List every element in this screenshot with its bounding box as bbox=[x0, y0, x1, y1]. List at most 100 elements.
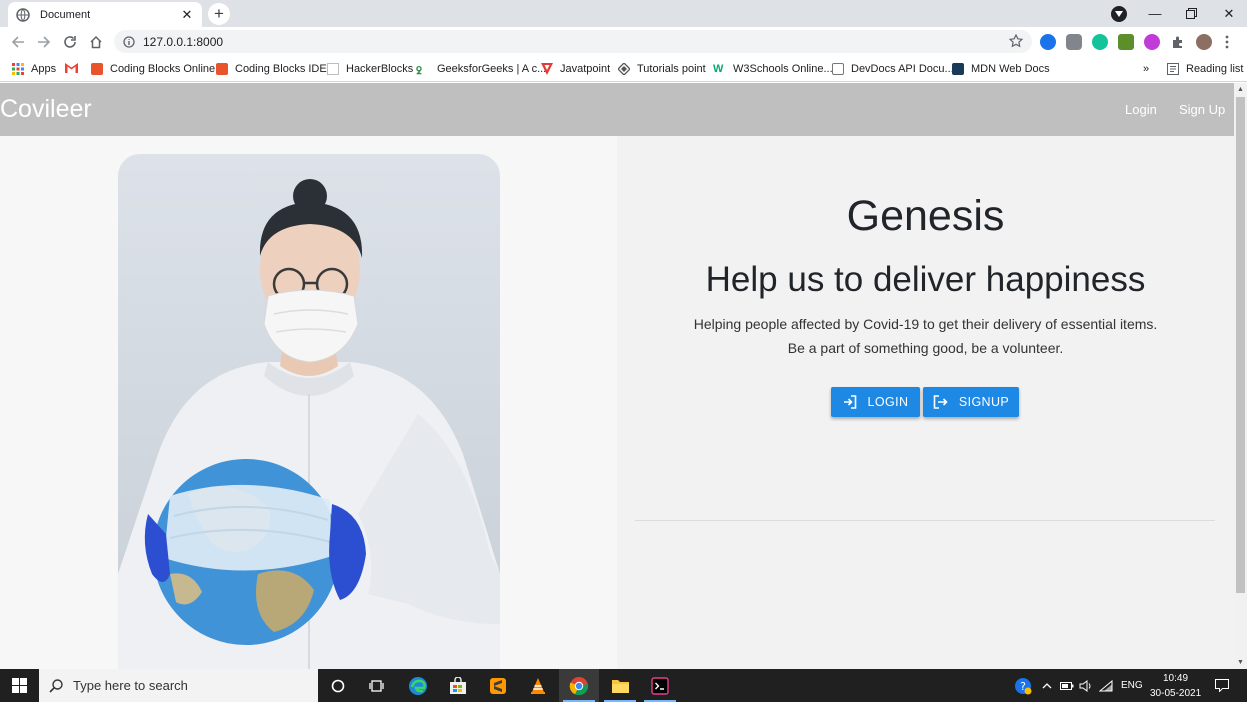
bookmark-label: HackerBlocks bbox=[346, 63, 414, 75]
bookmark-label: Tutorials point bbox=[637, 63, 706, 75]
info-icon[interactable] bbox=[123, 35, 135, 48]
notification-icon bbox=[1215, 679, 1229, 692]
grammarly-extension-icon[interactable] bbox=[1092, 34, 1108, 50]
bookmark-mdn[interactable]: MDN Web Docs bbox=[952, 61, 1050, 77]
show-hidden-icons-button[interactable] bbox=[1038, 669, 1056, 702]
hero-title: Genesis bbox=[846, 192, 1005, 240]
network-tray-button[interactable] bbox=[1096, 669, 1116, 702]
gfg-icon: ꝿ bbox=[416, 66, 422, 77]
hp-extension-icon[interactable] bbox=[1040, 34, 1056, 50]
kebab-menu-icon[interactable] bbox=[1222, 34, 1232, 50]
bookmark-apps[interactable]: Apps bbox=[12, 61, 56, 77]
bug-extension-icon[interactable] bbox=[1066, 34, 1082, 50]
scrollbar-thumb[interactable] bbox=[1236, 97, 1245, 593]
battery-tray-button[interactable] bbox=[1057, 669, 1077, 702]
language-indicator[interactable]: ENG bbox=[1121, 680, 1143, 691]
taskbar-file-explorer[interactable] bbox=[600, 669, 640, 702]
avatar[interactable] bbox=[1196, 34, 1212, 50]
hero-panel: Genesis Help us to deliver happiness Hel… bbox=[617, 136, 1234, 669]
clock-date[interactable]: 30-05-2021 bbox=[1150, 688, 1201, 699]
bookmark-label: DevDocs API Docu... bbox=[851, 63, 954, 75]
taskbar-store[interactable] bbox=[438, 669, 478, 702]
close-window-button[interactable]: ✕ bbox=[1211, 0, 1247, 27]
taskbar-sublime-text[interactable] bbox=[478, 669, 518, 702]
bookmarks-bar: Apps Coding Blocks Online Coding Blocks … bbox=[0, 56, 1247, 82]
chevron-up-icon bbox=[1042, 682, 1052, 688]
overflow-label: » bbox=[1143, 63, 1150, 75]
reading-list-icon bbox=[1167, 63, 1179, 75]
sublime-text-icon bbox=[490, 677, 506, 694]
cortana-button[interactable] bbox=[318, 669, 358, 702]
home-button[interactable] bbox=[86, 32, 106, 52]
page-viewport: Covileer Login Sign Up Genesis Help us t… bbox=[0, 83, 1234, 669]
extension-icon-purple[interactable] bbox=[1144, 34, 1160, 50]
taskbar-terminal[interactable] bbox=[640, 669, 680, 702]
w3schools-icon: W bbox=[713, 63, 724, 75]
task-view-button[interactable] bbox=[357, 669, 397, 702]
close-tab-icon[interactable]: ✕ bbox=[180, 7, 194, 23]
hero-description-line-2: Be a part of something good, be a volunt… bbox=[787, 340, 1064, 356]
task-view-icon bbox=[369, 679, 384, 692]
globe-icon bbox=[16, 7, 30, 22]
browser-tab[interactable]: Document ✕ bbox=[8, 2, 202, 27]
bookmarks-overflow-button[interactable]: » bbox=[1143, 61, 1149, 77]
taskbar-edge[interactable] bbox=[398, 669, 438, 702]
login-icon bbox=[843, 395, 857, 409]
reload-icon bbox=[64, 36, 76, 48]
forward-button[interactable] bbox=[34, 32, 54, 52]
start-button[interactable] bbox=[0, 669, 38, 702]
bookmark-coding-blocks-ide[interactable]: Coding Blocks IDE bbox=[216, 61, 327, 77]
wifi-icon bbox=[1099, 679, 1113, 691]
profile-menu-icon[interactable] bbox=[1111, 6, 1127, 22]
search-placeholder: Type here to search bbox=[73, 678, 188, 693]
search-icon bbox=[49, 678, 63, 693]
brand-logo[interactable]: Covileer bbox=[0, 95, 92, 124]
new-tab-button[interactable]: + bbox=[208, 3, 230, 25]
address-bar[interactable]: 127.0.0.1:8000 bbox=[114, 30, 1032, 53]
help-tray-button[interactable]: ? bbox=[1006, 669, 1040, 702]
bookmark-label: Apps bbox=[31, 63, 57, 75]
bookmark-hackerblocks[interactable]: HackerBlocks bbox=[327, 61, 413, 77]
extension-icon-green[interactable] bbox=[1118, 34, 1134, 50]
volume-tray-button[interactable] bbox=[1076, 669, 1096, 702]
javatpoint-icon bbox=[541, 63, 553, 75]
terminal-icon bbox=[651, 676, 669, 695]
taskbar-chrome[interactable] bbox=[559, 669, 599, 702]
speaker-icon bbox=[1079, 679, 1091, 692]
bookmark-javatpoint[interactable]: Javatpoint bbox=[541, 61, 610, 77]
bookmark-tutorials-point[interactable]: Tutorials point bbox=[617, 61, 706, 77]
logout-icon bbox=[933, 395, 948, 409]
bookmark-w3schools[interactable]: W W3Schools Online... bbox=[713, 61, 833, 77]
home-icon bbox=[90, 35, 102, 49]
bookmark-star-icon[interactable] bbox=[1008, 33, 1024, 53]
coding-blocks-icon bbox=[91, 63, 103, 75]
back-button[interactable] bbox=[8, 32, 28, 52]
url-text[interactable]: 127.0.0.1:8000 bbox=[143, 35, 223, 49]
bookmark-coding-blocks-online[interactable]: Coding Blocks Online bbox=[91, 61, 215, 77]
windows-logo-icon bbox=[11, 678, 27, 693]
taskbar-search-input[interactable]: Type here to search bbox=[39, 669, 318, 702]
mdn-icon bbox=[952, 63, 964, 75]
volunteer-globe-photo bbox=[118, 154, 500, 669]
puzzle-extensions-icon[interactable] bbox=[1170, 34, 1186, 50]
clock-time[interactable]: 10:49 bbox=[1163, 673, 1188, 684]
chrome-icon bbox=[569, 676, 589, 695]
restore-window-button[interactable] bbox=[1173, 0, 1209, 27]
page-icon bbox=[327, 63, 339, 75]
scroll-down-icon[interactable]: ▼ bbox=[1234, 656, 1247, 669]
hero-login-button[interactable]: LOGIN bbox=[831, 387, 920, 417]
minimize-window-button[interactable]: — bbox=[1137, 0, 1173, 27]
bookmark-gmail[interactable] bbox=[65, 61, 84, 77]
taskbar-vlc[interactable] bbox=[518, 669, 558, 702]
reading-list-button[interactable]: Reading list bbox=[1167, 61, 1243, 77]
page-scrollbar[interactable]: ▲ ▼ bbox=[1234, 83, 1247, 669]
notifications-button[interactable] bbox=[1208, 669, 1236, 702]
bookmark-geeksforgeeks[interactable]: ꝿ GeeksforGeeks | A c... bbox=[416, 61, 546, 77]
bookmark-devdocs[interactable]: DevDocs API Docu... bbox=[832, 61, 954, 77]
nav-signup-link[interactable]: Sign Up bbox=[1179, 102, 1225, 117]
site-navbar: Covileer Login Sign Up bbox=[0, 83, 1234, 136]
reload-button[interactable] bbox=[60, 32, 80, 52]
nav-login-link[interactable]: Login bbox=[1125, 102, 1157, 117]
hero-signup-button[interactable]: SIGNUP bbox=[923, 387, 1019, 417]
scroll-up-icon[interactable]: ▲ bbox=[1234, 83, 1247, 96]
